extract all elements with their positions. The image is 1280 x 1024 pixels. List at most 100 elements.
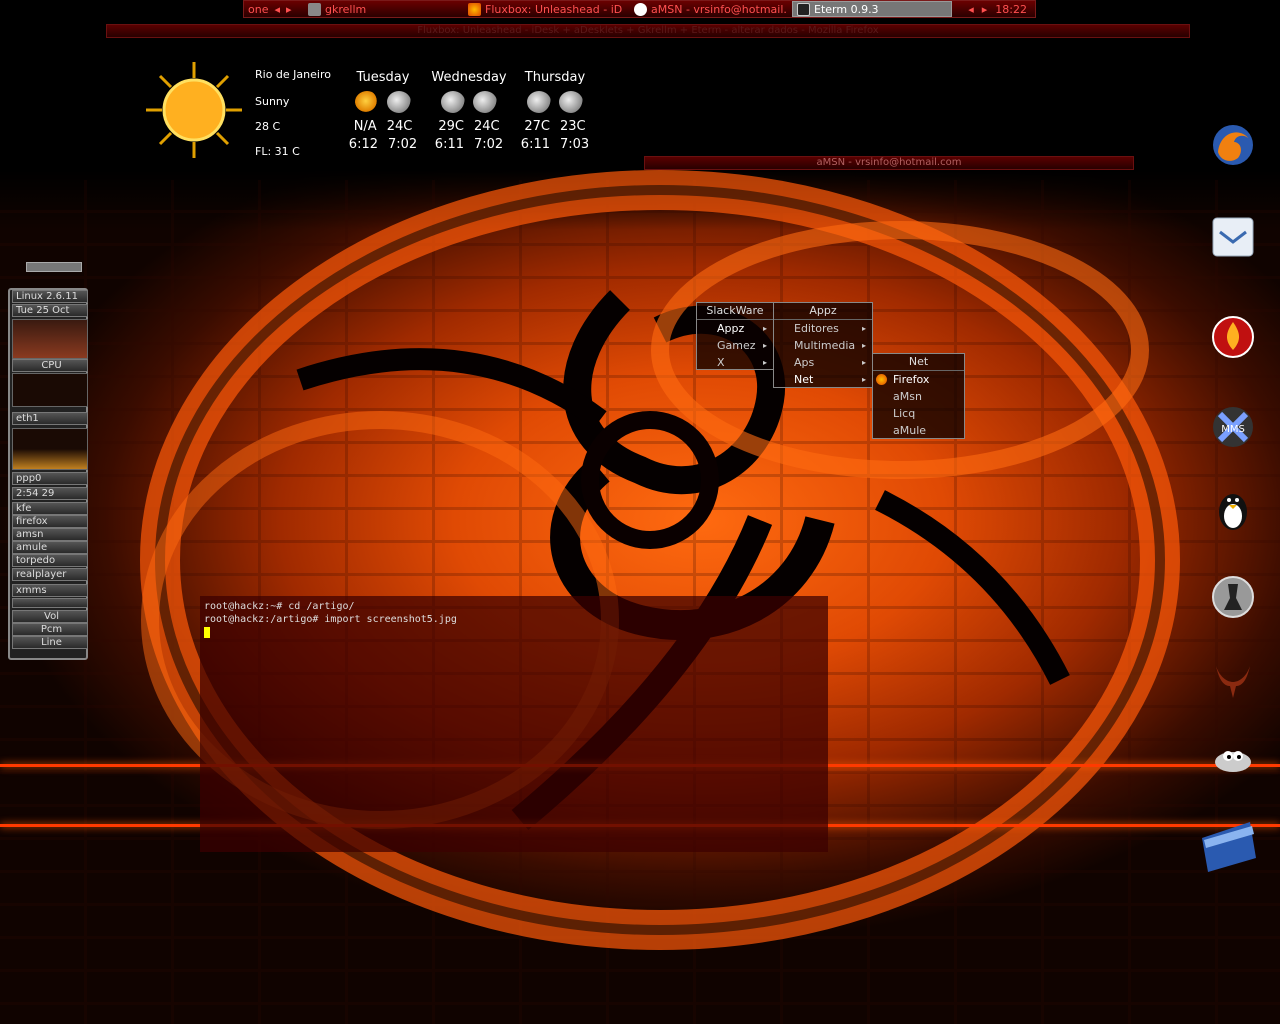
forecast-temp: 24C	[386, 119, 413, 134]
mixer-line[interactable]: Line	[12, 636, 88, 649]
menu-item-firefox[interactable]: Firefox	[873, 371, 964, 388]
root-menu-title: SlackWare	[697, 303, 773, 320]
forecast-temp: 27C	[524, 119, 550, 134]
terminal-cursor	[204, 626, 210, 638]
prev-workspace-icon[interactable]: ◂	[274, 3, 280, 16]
task-amsn[interactable]: aMSN - vrsinfo@hotmail.	[630, 1, 792, 17]
folder-icon[interactable]	[1200, 818, 1258, 874]
menu-item-gamez[interactable]: Gamez	[697, 337, 773, 354]
task-firefox[interactable]: Fluxbox: Unleashead - iD	[464, 1, 630, 17]
eth-label[interactable]: eth1	[12, 412, 88, 425]
quake-icon[interactable]	[1210, 654, 1256, 700]
proc-item[interactable]: kfe	[12, 502, 88, 515]
mixer-vol[interactable]: Vol	[12, 610, 88, 623]
proc-item[interactable]: firefox	[12, 515, 88, 528]
task-label: Eterm 0.9.3	[814, 2, 879, 16]
forecast-time: 6:12	[348, 137, 378, 152]
firefox-icon[interactable]	[1210, 122, 1256, 168]
forecast-temp: N/A	[353, 119, 377, 134]
svg-text:MMS: MMS	[1221, 424, 1245, 435]
xmms-label[interactable]: xmms	[12, 584, 88, 597]
forecast-day-name: Wednesday	[431, 70, 507, 85]
prev-icon[interactable]: ◂	[968, 3, 974, 16]
forecast-time: 7:02	[474, 137, 504, 152]
storm-icon	[387, 91, 411, 113]
forecast-day-name: Tuesday	[356, 70, 410, 85]
uptime-label: 2:54 29	[12, 487, 88, 500]
gimp-icon[interactable]	[1210, 736, 1256, 782]
gkrellm-icon	[308, 2, 321, 16]
task-gkrellm[interactable]: gkrellm	[304, 1, 464, 17]
cpu-label: CPU	[12, 359, 88, 372]
menu-item-aps[interactable]: Aps	[774, 354, 872, 371]
net-graph	[12, 428, 88, 470]
eterm-terminal[interactable]: root@hackz:~# cd /artigo/ root@hackz:/ar…	[200, 596, 828, 852]
weather-current: Rio de Janeiro Sunny 28 C FL: 31 C	[255, 68, 331, 166]
xmms-controls[interactable]	[12, 598, 88, 608]
workspace-name[interactable]: one	[248, 3, 268, 16]
appz-menu: Appz Editores Multimedia Aps Net	[773, 302, 873, 388]
burner-icon[interactable]	[1210, 314, 1256, 360]
task-eterm[interactable]: Eterm 0.9.3	[792, 1, 952, 17]
amsn-window-titlebar[interactable]: aMSN - vrsinfo@hotmail.com	[644, 156, 1134, 170]
menu-item-net[interactable]: Net	[774, 371, 872, 388]
amsn-icon	[634, 2, 647, 16]
appz-menu-title: Appz	[774, 303, 872, 320]
menu-item-appz[interactable]: Appz	[697, 320, 773, 337]
proc-item[interactable]: amsn	[12, 528, 88, 541]
proc-item[interactable]: amule	[12, 541, 88, 554]
forecast-temp: 29C	[438, 119, 464, 134]
cpu-graph	[12, 319, 88, 359]
partly-sunny-icon	[355, 91, 379, 113]
kernel-label: Linux 2.6.11	[12, 290, 88, 303]
forecast-day: Thursday 27C 23C 6:11 7:03	[512, 70, 598, 152]
storm-icon	[559, 91, 583, 113]
gkrellm-handle[interactable]	[26, 262, 82, 272]
net-menu-title: Net	[873, 354, 964, 371]
mixer-pcm[interactable]: Pcm	[12, 623, 88, 636]
tux-icon[interactable]	[1210, 486, 1256, 532]
menu-item-amule[interactable]: aMule	[873, 422, 964, 439]
forecast-time: 6:11	[434, 137, 464, 152]
sunny-weather-icon	[146, 62, 242, 158]
storm-icon	[527, 91, 551, 113]
gkrellm-monitor: Linux 2.6.11 Tue 25 Oct CPU eth1 ppp0 2:…	[4, 262, 100, 662]
firefox-icon	[876, 374, 887, 385]
taskbar-right: ◂ ▸ 18:22	[968, 3, 1035, 16]
task-label: Fluxbox: Unleashead - iD	[485, 2, 623, 16]
firefox-window-titlebar[interactable]: Fluxbox: Unleashead - iDesk + aDesklets …	[106, 24, 1190, 38]
menu-item-multimedia[interactable]: Multimedia	[774, 337, 872, 354]
cpu-bar-graph	[12, 373, 88, 407]
weather-city: Rio de Janeiro	[255, 68, 331, 81]
mail-icon[interactable]	[1210, 214, 1256, 260]
forecast-time: 7:02	[388, 137, 418, 152]
next-icon[interactable]: ▸	[982, 3, 988, 16]
proc-item[interactable]: realplayer	[12, 568, 88, 581]
terminal-icon	[797, 2, 810, 16]
taskbar: one ◂ ▸ gkrellm Fluxbox: Unleashead - iD…	[243, 0, 1036, 18]
ppp-label[interactable]: ppp0	[12, 472, 88, 485]
forecast-day-name: Thursday	[524, 70, 586, 85]
weather-condition: Sunny	[255, 95, 290, 108]
weather-feels-like: FL: 31 C	[255, 145, 300, 158]
menu-item-editores[interactable]: Editores	[774, 320, 872, 337]
xmms-icon[interactable]: MMS	[1210, 404, 1256, 450]
forecast-day: Wednesday 29C 24C 6:11 7:02	[426, 70, 512, 152]
task-label: aMSN - vrsinfo@hotmail.	[651, 2, 787, 16]
menu-item-licq[interactable]: Licq	[873, 405, 964, 422]
firefox-icon	[468, 2, 481, 16]
menu-item-x[interactable]: X	[697, 354, 773, 371]
terminal-line: root@hackz:/artigo# import screenshot5.j…	[204, 614, 457, 625]
menu-item-amsn[interactable]: aMsn	[873, 388, 964, 405]
forecast-time: 6:11	[520, 137, 550, 152]
forecast-temp: 24C	[474, 119, 500, 134]
storm-icon	[441, 91, 465, 113]
next-workspace-icon[interactable]: ▸	[286, 3, 292, 16]
weather-forecast: Tuesday N/A 24C 6:12 7:02 Wednesday 29C 24C…	[340, 70, 598, 152]
counter-strike-icon[interactable]	[1210, 574, 1256, 620]
workspace-switcher[interactable]: one ◂ ▸	[244, 3, 304, 16]
root-menu: SlackWare Appz Gamez X	[696, 302, 774, 371]
forecast-time: 7:03	[560, 137, 590, 152]
proc-item[interactable]: torpedo	[12, 554, 88, 567]
terminal-line: root@hackz:~# cd /artigo/	[204, 601, 355, 612]
